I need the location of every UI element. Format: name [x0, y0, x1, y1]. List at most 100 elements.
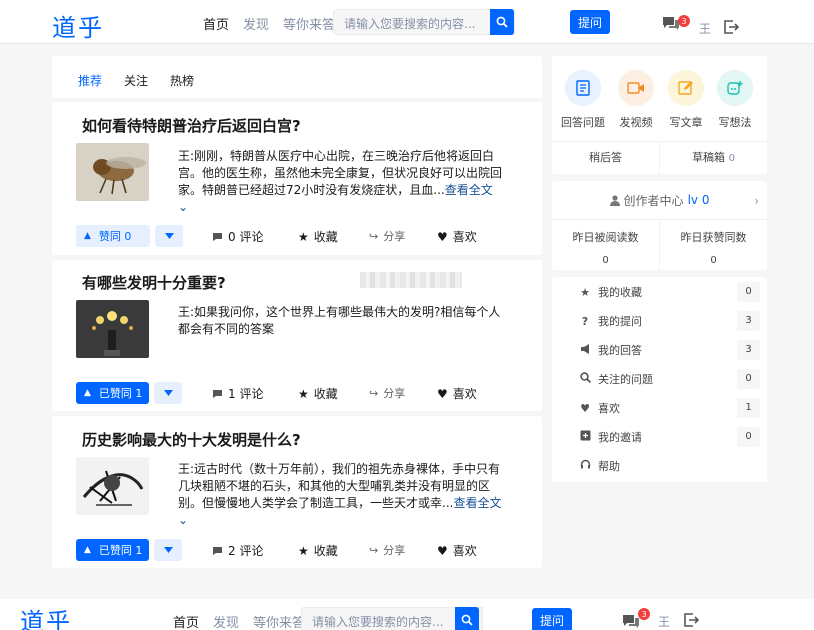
upvote-button[interactable]: ▲ 赞同 0 [76, 225, 150, 247]
create-answer[interactable]: 回答问题 [558, 70, 608, 130]
main-nav: 首页 发现 等你来答 [173, 612, 305, 630]
downvote-button[interactable] [154, 382, 182, 404]
question-title[interactable]: 历史影响最大的十大发明是什么? [82, 429, 301, 450]
menu-my-favorites[interactable]: ★ 我的收藏 0 [578, 282, 760, 302]
read-more-label: 查看全文 [453, 496, 502, 510]
menu-label: 帮助 [598, 460, 620, 473]
ask-question-button[interactable]: 提问 [570, 10, 610, 34]
like-button[interactable]: ♥ 喜欢 [437, 228, 477, 245]
comment-button[interactable]: 1 评论 [212, 385, 263, 402]
ask-question-button[interactable]: 提问 [532, 608, 572, 630]
question-title[interactable]: 如何看待特朗普治疗后返回白宫? [82, 115, 301, 136]
downvote-button[interactable] [154, 539, 182, 561]
heart-icon: ♥ [437, 386, 448, 401]
answer-later-link[interactable]: 稍后答 [552, 142, 660, 174]
tab-recommend[interactable]: 推荐 [78, 72, 102, 98]
share-button[interactable]: ↪ 分享 [369, 228, 405, 244]
question-title[interactable]: 有哪些发明十分重要? [82, 272, 226, 293]
drafts-count: 0 [728, 153, 735, 164]
create-article-label: 写文章 [669, 116, 703, 129]
menu-likes[interactable]: ♥ 喜欢 1 [578, 398, 760, 418]
create-article[interactable]: 写文章 [661, 70, 711, 130]
comment-button[interactable]: 0 评论 [212, 228, 263, 245]
read-more-label: 查看全文 [444, 183, 493, 197]
upvote-button[interactable]: ▲ 已赞同 1 [76, 382, 149, 404]
favorite-button[interactable]: ★ 收藏 [298, 228, 338, 245]
downvote-button[interactable] [155, 225, 183, 247]
logout-icon[interactable] [683, 612, 699, 628]
question-card: 历史影响最大的十大发明是什么? 王:远古时代（数十万年前），我们的祖先赤身裸体，… [52, 416, 542, 568]
creator-center-link[interactable]: 创作者中心 lv 0 [552, 181, 767, 220]
star-icon: ★ [298, 386, 309, 401]
menu-label: 喜欢 [598, 402, 620, 415]
tab-follow[interactable]: 关注 [124, 72, 148, 98]
nav-home[interactable]: 首页 [173, 612, 199, 630]
menu-help[interactable]: 帮助 [578, 456, 760, 476]
messages-icon[interactable] [662, 16, 680, 30]
like-button[interactable]: ♥ 喜欢 [437, 385, 477, 402]
chevron-right-icon[interactable]: › [754, 194, 759, 208]
user-avatar[interactable]: 王 [699, 20, 711, 37]
share-icon: ↪ [369, 386, 379, 400]
like-button[interactable]: ♥ 喜欢 [437, 542, 477, 559]
comment-icon [213, 232, 222, 241]
comment-count: 0 评论 [228, 230, 264, 244]
menu-my-answers[interactable]: 我的回答 3 [578, 340, 760, 360]
create-video[interactable]: 发视频 [611, 70, 661, 130]
yesterday-reads: 昨日被阅读数 0 [552, 229, 659, 266]
messages-icon[interactable] [622, 614, 640, 628]
nav-discover[interactable]: 发现 [243, 14, 269, 33]
answer-excerpt[interactable]: 王:如果我问你，这个世界上有哪些最伟大的发明?相信每个人都会有不同的答案 [178, 304, 502, 338]
share-icon: ↪ [369, 543, 379, 557]
excerpt-text: 王:如果我问你，这个世界上有哪些最伟大的发明?相信每个人都会有不同的答案 [178, 305, 501, 336]
menu-followed-questions[interactable]: 关注的问题 0 [578, 369, 760, 389]
menu-label: 关注的问题 [598, 373, 653, 386]
menu-my-invitations[interactable]: 我的邀请 0 [578, 427, 760, 447]
drafts-link[interactable]: 草稿箱 0 [660, 142, 767, 174]
search-input[interactable]: 请输入您要搜索的内容... [333, 9, 515, 35]
tab-hot[interactable]: 热榜 [170, 72, 194, 98]
nav-home[interactable]: 首页 [203, 14, 229, 33]
like-label: 喜欢 [452, 544, 477, 558]
favorite-button[interactable]: ★ 收藏 [298, 542, 338, 559]
user-avatar[interactable]: 王 [658, 613, 670, 630]
question-card: 如何看待特朗普治疗后返回白宫? 王:刚刚，特朗普从医疗中心出院，在三晚治疗后他将… [52, 102, 542, 255]
search-button[interactable] [455, 607, 479, 630]
create-idea[interactable]: 写想法 [710, 70, 760, 130]
nav-waiting-answers[interactable]: 等你来答 [253, 612, 305, 630]
upvote-button[interactable]: ▲ 已赞同 1 [76, 539, 149, 561]
question-thumbnail[interactable] [76, 143, 149, 201]
answer-excerpt[interactable]: 王:远古时代（数十万年前），我们的祖先赤身裸体，手中只有几块粗陋不堪的石头，和其… [178, 461, 502, 529]
search-icon [461, 614, 473, 626]
nav-waiting-answers[interactable]: 等你来答 [283, 14, 335, 33]
menu-my-questions[interactable]: ? 我的提问 3 [578, 311, 760, 331]
share-button[interactable]: ↪ 分享 [369, 385, 405, 401]
yesterday-reads-value: 0 [602, 255, 609, 266]
favorite-button[interactable]: ★ 收藏 [298, 385, 338, 402]
site-logo[interactable]: 道乎 [20, 602, 72, 630]
triangle-up-icon: ▲ [84, 388, 91, 398]
comment-count: 2 评论 [228, 544, 264, 558]
logout-icon[interactable] [723, 19, 739, 35]
heart-icon: ♥ [580, 401, 590, 415]
comment-button[interactable]: 2 评论 [212, 542, 263, 559]
search-icon [496, 16, 508, 28]
menu-count: 3 [737, 340, 760, 360]
upvote-label: 已赞同 1 [98, 544, 143, 557]
creator-center-label: 创作者中心 [623, 193, 684, 208]
question-thumbnail[interactable] [76, 457, 149, 515]
nav-discover[interactable]: 发现 [213, 612, 239, 630]
question-thumbnail[interactable] [76, 300, 149, 358]
headset-icon [578, 459, 592, 473]
yesterday-reads-label: 昨日被阅读数 [572, 231, 639, 244]
search-button[interactable] [490, 9, 514, 35]
answer-excerpt[interactable]: 王:刚刚，特朗普从医疗中心出院，在三晚治疗后他将返回白宫。他的医生称，虽然他未完… [178, 148, 502, 216]
create-video-label: 发视频 [619, 116, 653, 129]
share-button[interactable]: ↪ 分享 [369, 542, 405, 558]
star-icon: ★ [298, 229, 309, 244]
site-logo[interactable]: 道乎 [52, 8, 104, 43]
message-count-badge: 3 [638, 608, 650, 620]
menu-count: 1 [737, 398, 760, 418]
comment-count: 1 评论 [228, 387, 264, 401]
heart-icon: ♥ [437, 229, 448, 244]
